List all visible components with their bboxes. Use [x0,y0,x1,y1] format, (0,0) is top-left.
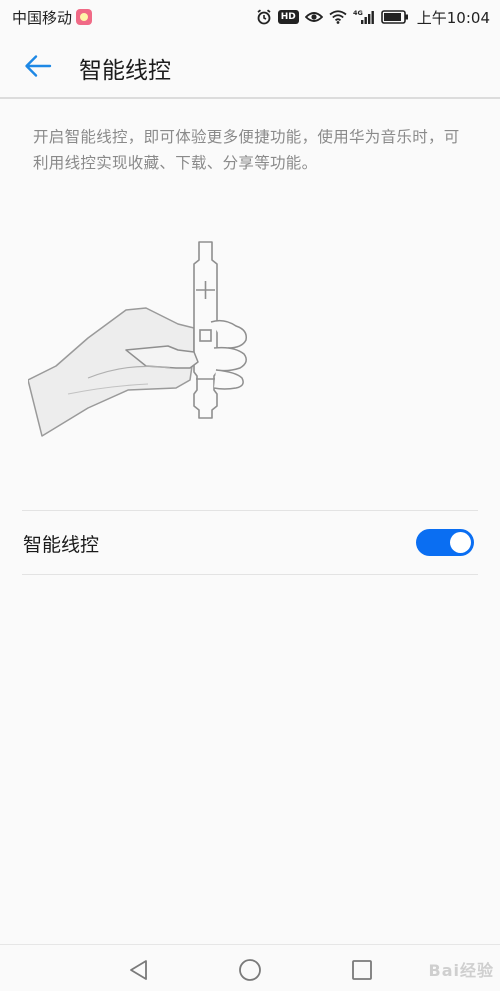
square-recents-icon [352,960,372,980]
feature-description: 开启智能线控，即可体验更多便捷功能，使用华为音乐时，可利用线控实现收藏、下载、分… [33,128,460,172]
clock-time: 上午10:04 [416,8,490,27]
setting-label: 智能线控 [23,534,100,556]
cellular-signal-icon: 4G [353,9,375,25]
circle-home-icon [239,959,261,981]
headset-remote-illustration [27,238,268,438]
smart-remote-setting-row[interactable]: 智能线控 [22,511,478,574]
toggle-knob [450,532,471,553]
nav-recents-button[interactable] [350,958,374,982]
hand-holding-remote-image [27,241,248,437]
status-bar: 中国移动 HD 4G 上午10:04 [0,0,500,34]
alarm-icon [256,9,272,25]
battery-icon [380,10,409,24]
row-divider-bottom [22,574,478,575]
eye-comfort-icon [304,10,323,24]
navigation-bar: Bai经验 [0,944,500,991]
smart-remote-toggle[interactable] [416,529,474,556]
back-arrow-icon [25,55,52,77]
back-button[interactable] [24,54,52,78]
carrier-badge-icon [76,9,93,25]
status-right: HD 4G 上午10:04 [256,7,500,28]
triangle-back-icon [130,960,147,980]
nav-home-button[interactable] [238,958,262,982]
wifi-icon [329,10,347,24]
page-title: 智能线控 [79,58,171,84]
header-divider [0,97,500,99]
app-header: 智能线控 [0,34,500,98]
svg-text:4G: 4G [353,9,363,17]
nav-back-button[interactable] [127,958,151,982]
watermark-text: Bai经验 [428,961,494,980]
status-left: 中国移动 [0,7,93,28]
hd-badge: HD [277,10,299,24]
carrier-name: 中国移动 [12,8,73,27]
